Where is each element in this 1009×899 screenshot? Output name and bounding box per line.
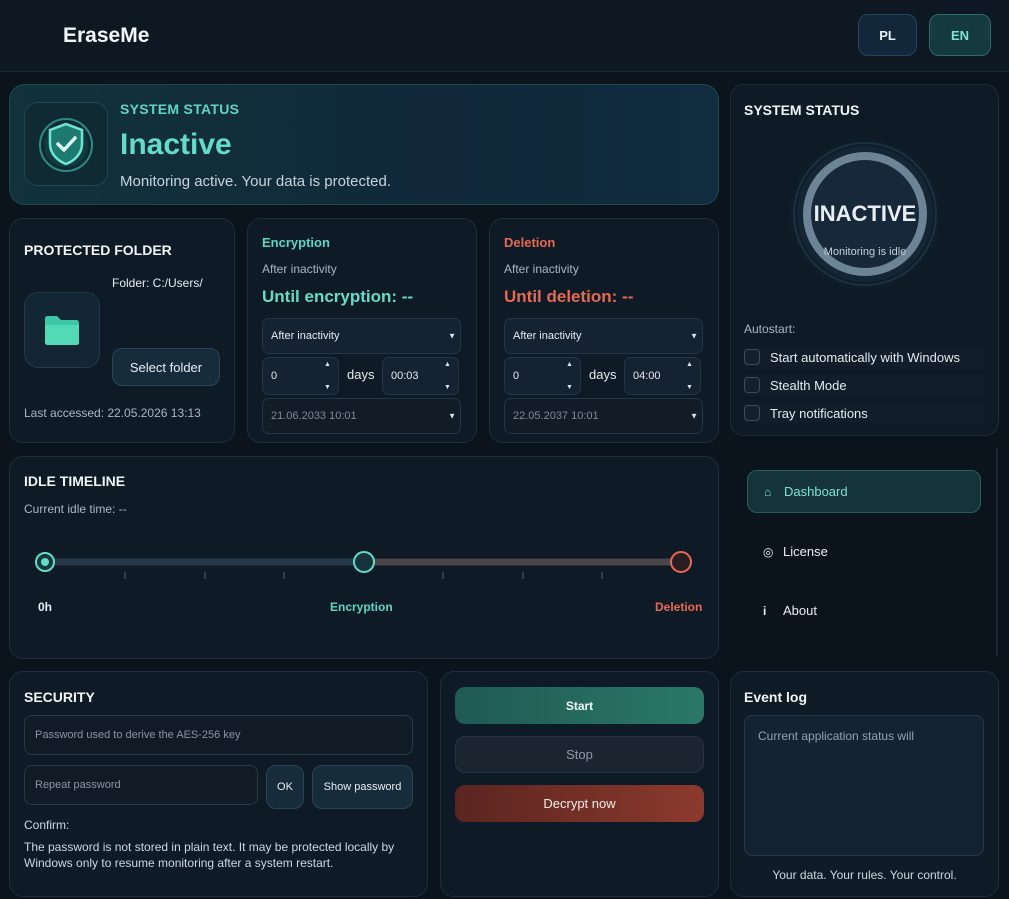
deletion-subtitle: After inactivity [504, 262, 579, 276]
event-log-textarea[interactable]: Current application status will [744, 715, 984, 856]
timeline-title: IDLE TIMELINE [24, 473, 126, 489]
deletion-mode-value: After inactivity [513, 330, 582, 342]
language-en-button[interactable]: EN [929, 14, 991, 56]
repeat-password-input[interactable]: Repeat password [24, 765, 258, 805]
encryption-subtitle: After inactivity [262, 262, 337, 276]
tray-notifications-checkbox[interactable]: Tray notifications [744, 403, 984, 423]
password-placeholder: Password used to derive the AES-256 key [35, 729, 241, 741]
security-title: SECURITY [24, 689, 95, 705]
deletion-date-picker[interactable]: 22.05.2037 10:01 ▼ [504, 398, 703, 434]
nav-item-label: License [783, 544, 828, 559]
repeat-password-placeholder: Repeat password [35, 779, 121, 791]
checkbox-box[interactable] [744, 377, 760, 393]
status-ring-label: INACTIVE [813, 201, 917, 226]
autostart-label: Autostart: [744, 322, 796, 336]
encryption-mode-select[interactable]: After inactivity ▼ [262, 318, 461, 354]
banner-subtitle: Monitoring active. Your data is protecte… [120, 173, 391, 190]
deletion-mode-select[interactable]: After inactivity ▼ [504, 318, 703, 354]
spinner-arrows-icon[interactable]: ▲ ▼ [566, 361, 576, 391]
chevron-down-icon: ▼ [690, 411, 698, 421]
nav-item-license[interactable]: ◎ License [747, 530, 981, 573]
deletion-countdown: Until deletion: -- [504, 287, 634, 306]
home-icon: ⌂ [764, 484, 772, 499]
encryption-days-value: 0 [271, 370, 278, 382]
decrypt-now-button[interactable]: Decrypt now [455, 785, 704, 822]
confirm-label: Confirm: [24, 818, 70, 832]
encryption-days-input[interactable]: 0 ▲ ▼ [262, 357, 339, 395]
status-ring-sublabel: Monitoring is idle [823, 246, 907, 258]
spinner-arrows-icon[interactable]: ▲ ▼ [686, 361, 696, 391]
timeline-deletion-label: Deletion [655, 600, 703, 614]
encryption-title: Encryption [262, 235, 330, 250]
chevron-down-icon: ▼ [448, 411, 456, 421]
nav-item-label: Dashboard [784, 484, 848, 499]
start-button[interactable]: Start [455, 687, 704, 724]
banner-status: Inactive [120, 128, 232, 161]
event-log-text: Current application status will [758, 729, 915, 743]
folder-title: PROTECTED FOLDER [24, 242, 172, 258]
tray-notifications-label: Tray notifications [770, 405, 868, 421]
encryption-mode-value: After inactivity [271, 330, 340, 342]
status-panel-title: SYSTEM STATUS [744, 102, 860, 118]
last-accessed: Last accessed: 22.05.2026 13:13 [24, 406, 201, 420]
stop-button[interactable]: Stop [455, 736, 704, 773]
encryption-date-picker[interactable]: 21.06.2033 10:01 ▼ [262, 398, 461, 434]
stealth-mode-label: Stealth Mode [770, 377, 847, 393]
timeline-start-label: 0h [38, 600, 53, 614]
language-pl-button[interactable]: PL [858, 14, 917, 56]
chevron-down-icon: ▼ [448, 331, 456, 341]
deletion-date-value: 22.05.2037 10:01 [513, 410, 599, 422]
shield-icon-box [24, 102, 108, 186]
encryption-time-value: 00:03 [391, 370, 419, 382]
autostart-windows-checkbox[interactable]: Start automatically with Windows [744, 347, 984, 367]
deletion-time-value: 04:00 [633, 370, 661, 382]
timeline-encryption-label: Encryption [330, 600, 393, 614]
shield-check-icon [39, 118, 93, 172]
password-note: The password is not stored in plain text… [24, 840, 395, 870]
encryption-countdown: Until encryption: -- [262, 287, 414, 306]
spinner-arrows-icon[interactable]: ▲ ▼ [324, 361, 334, 391]
encryption-time-input[interactable]: 00:03 ▲ ▼ [382, 357, 459, 395]
folder-icon-box [24, 292, 100, 368]
nav-divider [996, 448, 998, 656]
nav-item-label: About [783, 603, 817, 618]
password-input[interactable]: Password used to derive the AES-256 key [24, 715, 413, 755]
current-idle-time: Current idle time: -- [24, 502, 127, 516]
deletion-time-input[interactable]: 04:00 ▲ ▼ [624, 357, 701, 395]
deletion-days-input[interactable]: 0 ▲ ▼ [504, 357, 581, 395]
folder-icon [45, 316, 79, 345]
autostart-windows-label: Start automatically with Windows [770, 349, 961, 365]
spinner-arrows-icon[interactable]: ▲ ▼ [444, 361, 454, 391]
deletion-days-value: 0 [513, 370, 520, 382]
event-log-title: Event log [744, 689, 808, 705]
show-password-button[interactable]: Show password [312, 765, 413, 809]
checkbox-box[interactable] [744, 349, 760, 365]
folder-path: Folder: C:/Users/ [112, 276, 203, 290]
encryption-days-label: days [347, 367, 375, 382]
chevron-down-icon: ▼ [690, 331, 698, 341]
select-folder-button[interactable]: Select folder [112, 348, 220, 386]
checkbox-box[interactable] [744, 405, 760, 421]
ok-button[interactable]: OK [266, 765, 304, 809]
deletion-days-label: days [589, 367, 617, 382]
license-icon: ◎ [763, 544, 774, 559]
stealth-mode-checkbox[interactable]: Stealth Mode [744, 375, 984, 395]
info-icon: i [763, 603, 767, 618]
nav-item-about[interactable]: i About [747, 589, 981, 632]
banner-eyebrow: SYSTEM STATUS [120, 101, 240, 117]
timeline-track [35, 551, 692, 579]
footer-tagline: Your data. Your rules. Your control. [772, 868, 957, 882]
deletion-title: Deletion [504, 235, 556, 250]
nav-item-dashboard[interactable]: ⌂ Dashboard [747, 470, 981, 513]
app-title: EraseMe [63, 24, 150, 47]
encryption-date-value: 21.06.2033 10:01 [271, 410, 357, 422]
